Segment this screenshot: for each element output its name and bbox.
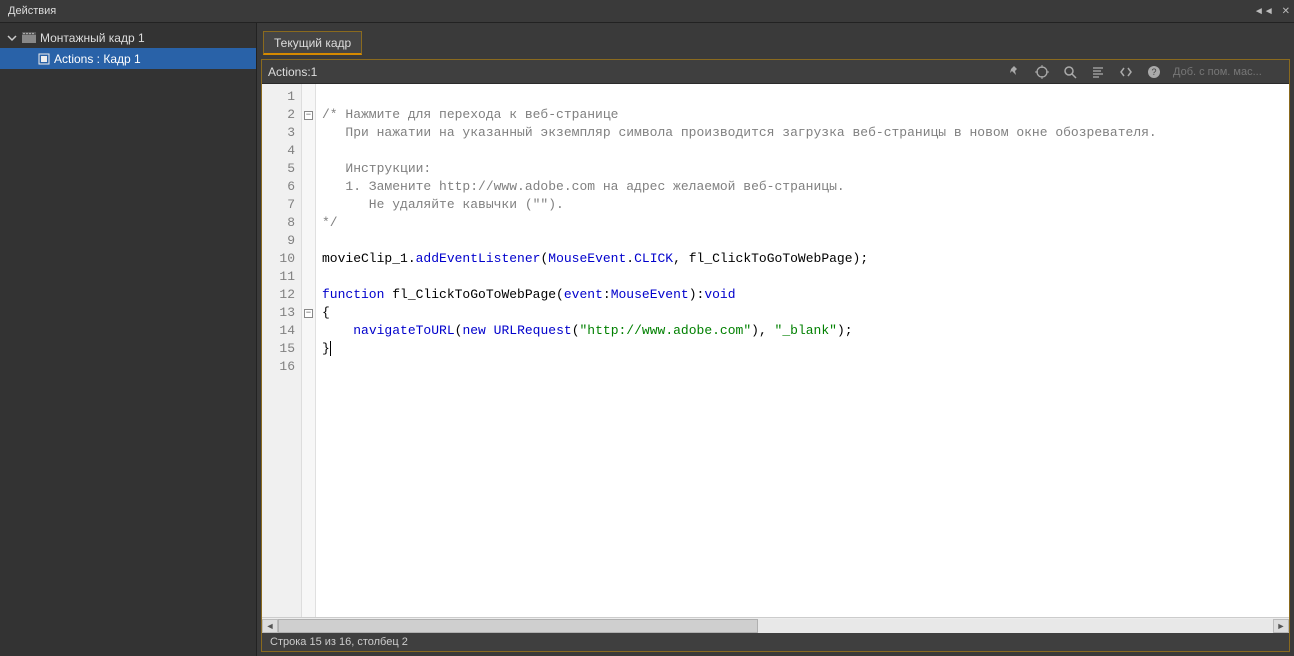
tab-current-frame[interactable]: Текущий кадр — [263, 31, 362, 55]
script-tree-sidebar: Монтажный кадр 1 Actions : Кадр 1 — [0, 23, 257, 656]
tree-frame-row[interactable]: Actions : Кадр 1 — [0, 48, 256, 69]
frame-icon — [38, 53, 50, 65]
scroll-thumb[interactable] — [278, 619, 758, 633]
editor-frame: Actions:1 — [261, 59, 1290, 652]
chevron-down-icon[interactable] — [6, 32, 18, 44]
tab-label: Текущий кадр — [274, 36, 351, 50]
tree-scene-row[interactable]: Монтажный кадр 1 — [0, 27, 256, 48]
editor-path: Actions:1 — [268, 65, 317, 79]
target-icon[interactable] — [1033, 63, 1051, 81]
close-icon[interactable]: ✕ — [1282, 6, 1290, 17]
format-icon[interactable] — [1089, 63, 1107, 81]
code-text[interactable]: /* Нажмите для перехода к веб-странице П… — [316, 84, 1289, 617]
tree-frame-label: Actions : Кадр 1 — [54, 52, 141, 66]
scroll-left-arrow[interactable]: ◄ — [262, 619, 278, 633]
line-number-gutter: 12345678910111213141516 — [262, 84, 302, 617]
scroll-right-arrow[interactable]: ► — [1273, 619, 1289, 633]
editor-toolbar: ? Доб. с пом. мас... — [1005, 63, 1283, 81]
code-snippet-icon[interactable] — [1117, 63, 1135, 81]
main-area: Монтажный кадр 1 Actions : Кадр 1 Текущи… — [0, 23, 1294, 656]
search-icon[interactable] — [1061, 63, 1079, 81]
tree-scene-label: Монтажный кадр 1 — [40, 31, 145, 45]
code-editor[interactable]: 12345678910111213141516 −− /* Нажмите дл… — [262, 84, 1289, 617]
panel-titlebar: Действия ◄◄ ✕ — [0, 0, 1294, 23]
wizard-search-input[interactable]: Доб. с пом. мас... — [1173, 66, 1283, 78]
status-bar: Строка 15 из 16, столбец 2 — [262, 633, 1289, 651]
pin-icon[interactable] — [1005, 63, 1023, 81]
editor-header: Actions:1 — [262, 60, 1289, 84]
editor-content: Текущий кадр Actions:1 — [257, 23, 1294, 656]
tab-bar: Текущий кадр — [257, 23, 1294, 55]
cursor-position: Строка 15 из 16, столбец 2 — [270, 636, 408, 648]
fold-strip[interactable]: −− — [302, 84, 316, 617]
panel-title: Действия — [4, 5, 56, 17]
scene-icon — [22, 32, 36, 44]
horizontal-scrollbar[interactable]: ◄ ► — [262, 617, 1289, 633]
svg-text:?: ? — [1151, 67, 1156, 77]
script-tree: Монтажный кадр 1 Actions : Кадр 1 — [0, 23, 256, 69]
scroll-track[interactable] — [278, 619, 1273, 633]
collapse-icon[interactable]: ◄◄ — [1254, 6, 1274, 17]
panel-controls: ◄◄ ✕ — [1254, 6, 1290, 17]
help-icon[interactable]: ? — [1145, 63, 1163, 81]
